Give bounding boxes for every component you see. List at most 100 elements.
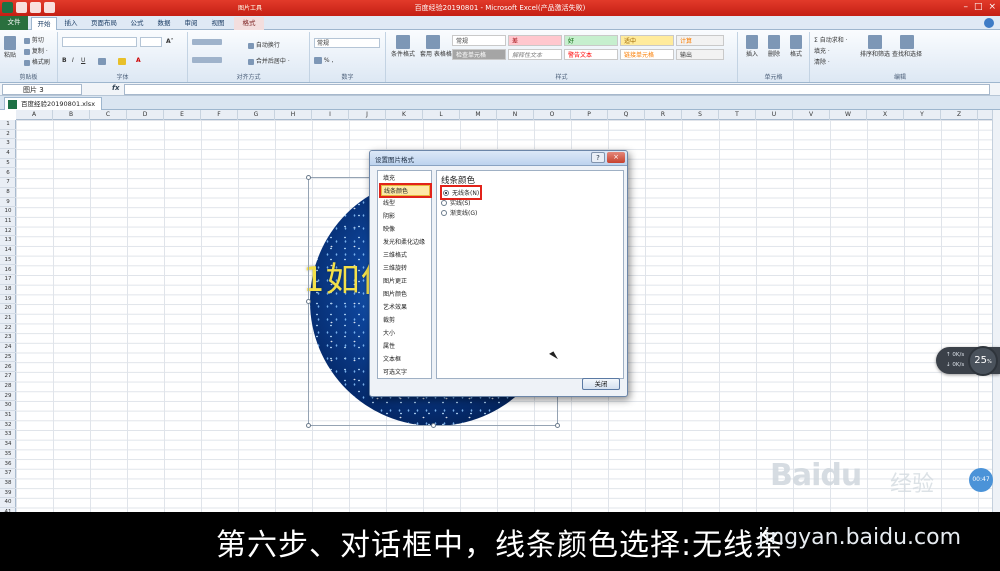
workbook-tab[interactable]: 百度经验20190801.xlsx: [4, 97, 103, 110]
nav-line-style[interactable]: 线型: [381, 198, 430, 209]
currency-icon[interactable]: % ,: [314, 57, 333, 64]
style-explanatory[interactable]: 解释性文本: [508, 49, 562, 60]
column-header[interactable]: U: [756, 110, 793, 120]
italic-button[interactable]: I: [72, 57, 74, 64]
formula-input[interactable]: [124, 84, 990, 95]
row-header[interactable]: 26: [0, 363, 16, 373]
column-header[interactable]: X: [867, 110, 904, 120]
restore-button[interactable]: □: [974, 2, 983, 13]
row-header[interactable]: 19: [0, 295, 16, 305]
format-painter-button[interactable]: 格式刷: [24, 57, 50, 66]
fill-color-icon[interactable]: [118, 58, 126, 65]
fx-icon[interactable]: fx: [112, 84, 120, 92]
column-header[interactable]: Z: [941, 110, 978, 120]
dialog-help-button[interactable]: ?: [591, 152, 605, 163]
row-header[interactable]: 12: [0, 227, 16, 237]
row-header[interactable]: 20: [0, 304, 16, 314]
name-box[interactable]: 图片 3: [2, 84, 82, 95]
nav-glow-soft-edges[interactable]: 发光和柔化边缘: [381, 237, 430, 248]
column-header[interactable]: K: [386, 110, 423, 120]
table-format-button[interactable]: 套用 表格格式: [420, 35, 458, 58]
border-icon[interactable]: [98, 58, 106, 65]
row-header[interactable]: 34: [0, 440, 16, 450]
no-line-radio[interactable]: 无线条(N): [439, 185, 483, 200]
close-button[interactable]: ×: [988, 2, 996, 13]
format-cells-button[interactable]: 格式: [786, 35, 806, 58]
row-header[interactable]: 27: [0, 372, 16, 382]
row-header[interactable]: 17: [0, 275, 16, 285]
delete-cells-button[interactable]: 删除: [764, 35, 784, 58]
tab-home[interactable]: 开始: [31, 17, 57, 30]
find-select-button[interactable]: 查找和选择: [892, 35, 922, 58]
font-size-select[interactable]: [140, 37, 162, 47]
row-header[interactable]: 31: [0, 411, 16, 421]
solid-line-radio[interactable]: 实线(S): [441, 198, 471, 207]
column-header[interactable]: W: [830, 110, 867, 120]
column-header[interactable]: R: [645, 110, 682, 120]
row-header[interactable]: 21: [0, 314, 16, 324]
row-header[interactable]: 28: [0, 382, 16, 392]
bold-button[interactable]: B: [62, 57, 67, 64]
nav-text-box[interactable]: 文本框: [381, 354, 430, 365]
column-header[interactable]: I: [312, 110, 349, 120]
style-calculation[interactable]: 计算: [676, 35, 724, 46]
column-header[interactable]: P: [571, 110, 608, 120]
column-header[interactable]: N: [497, 110, 534, 120]
dialog-close-icon[interactable]: ×: [607, 152, 625, 163]
tab-page-layout[interactable]: 页面布局: [86, 17, 122, 30]
nav-picture-color[interactable]: 图片颜色: [381, 289, 430, 300]
column-header[interactable]: S: [682, 110, 719, 120]
row-header[interactable]: 18: [0, 285, 16, 295]
fill-button[interactable]: 填充 ·: [814, 46, 830, 55]
nav-properties[interactable]: 属性: [381, 341, 430, 352]
row-header[interactable]: 39: [0, 489, 16, 499]
column-header[interactable]: B: [53, 110, 90, 120]
autosum-button[interactable]: Σ 自动求和 ·: [814, 35, 848, 44]
row-header[interactable]: 10: [0, 207, 16, 217]
column-header[interactable]: G: [238, 110, 275, 120]
row-header[interactable]: 33: [0, 430, 16, 441]
column-header[interactable]: M: [460, 110, 497, 120]
row-header[interactable]: 30: [0, 401, 16, 411]
column-header[interactable]: O: [534, 110, 571, 120]
nav-3d-format[interactable]: 三维格式: [381, 250, 430, 261]
row-header[interactable]: 29: [0, 392, 16, 402]
row-header[interactable]: 7: [0, 178, 16, 188]
tab-insert[interactable]: 插入: [59, 17, 83, 30]
dialog-close-button[interactable]: 关闭: [582, 378, 620, 390]
align-top-icon[interactable]: [192, 38, 222, 45]
row-header[interactable]: 37: [0, 469, 16, 479]
column-header[interactable]: L: [423, 110, 460, 120]
resize-handle[interactable]: [306, 175, 311, 180]
column-header[interactable]: H: [275, 110, 312, 120]
row-header[interactable]: 16: [0, 266, 16, 276]
column-header[interactable]: Y: [904, 110, 941, 120]
row-header[interactable]: 9: [0, 198, 16, 208]
tab-review[interactable]: 审阅: [179, 17, 203, 30]
tab-data[interactable]: 数据: [152, 17, 176, 30]
resize-handle[interactable]: [306, 299, 311, 304]
gradient-line-radio[interactable]: 渐变线(G): [441, 208, 477, 217]
column-header[interactable]: V: [793, 110, 830, 120]
row-header[interactable]: 3: [0, 139, 16, 150]
row-header[interactable]: 35: [0, 450, 16, 460]
cut-button[interactable]: 剪切: [24, 35, 44, 44]
nav-3d-rotation[interactable]: 三维旋转: [381, 263, 430, 274]
style-neutral[interactable]: 适中: [620, 35, 674, 46]
resize-handle[interactable]: [555, 423, 560, 428]
style-good[interactable]: 好: [564, 35, 618, 46]
column-header[interactable]: F: [201, 110, 238, 120]
resize-handle[interactable]: [306, 423, 311, 428]
tab-file[interactable]: 文件: [0, 16, 28, 30]
row-header[interactable]: 23: [0, 333, 16, 344]
conditional-format-button[interactable]: 条件格式: [390, 35, 416, 58]
row-header[interactable]: 1: [0, 120, 16, 130]
style-check-cell[interactable]: 检查单元格: [452, 49, 506, 60]
wrap-text-button[interactable]: 自动换行: [248, 40, 280, 49]
row-header[interactable]: 22: [0, 324, 16, 334]
paste-button[interactable]: 粘贴: [4, 36, 16, 59]
nav-size[interactable]: 大小: [381, 328, 430, 339]
nav-artistic-effects[interactable]: 艺术效果: [381, 302, 430, 313]
nav-crop[interactable]: 裁剪: [381, 315, 430, 326]
column-header[interactable]: D: [127, 110, 164, 120]
